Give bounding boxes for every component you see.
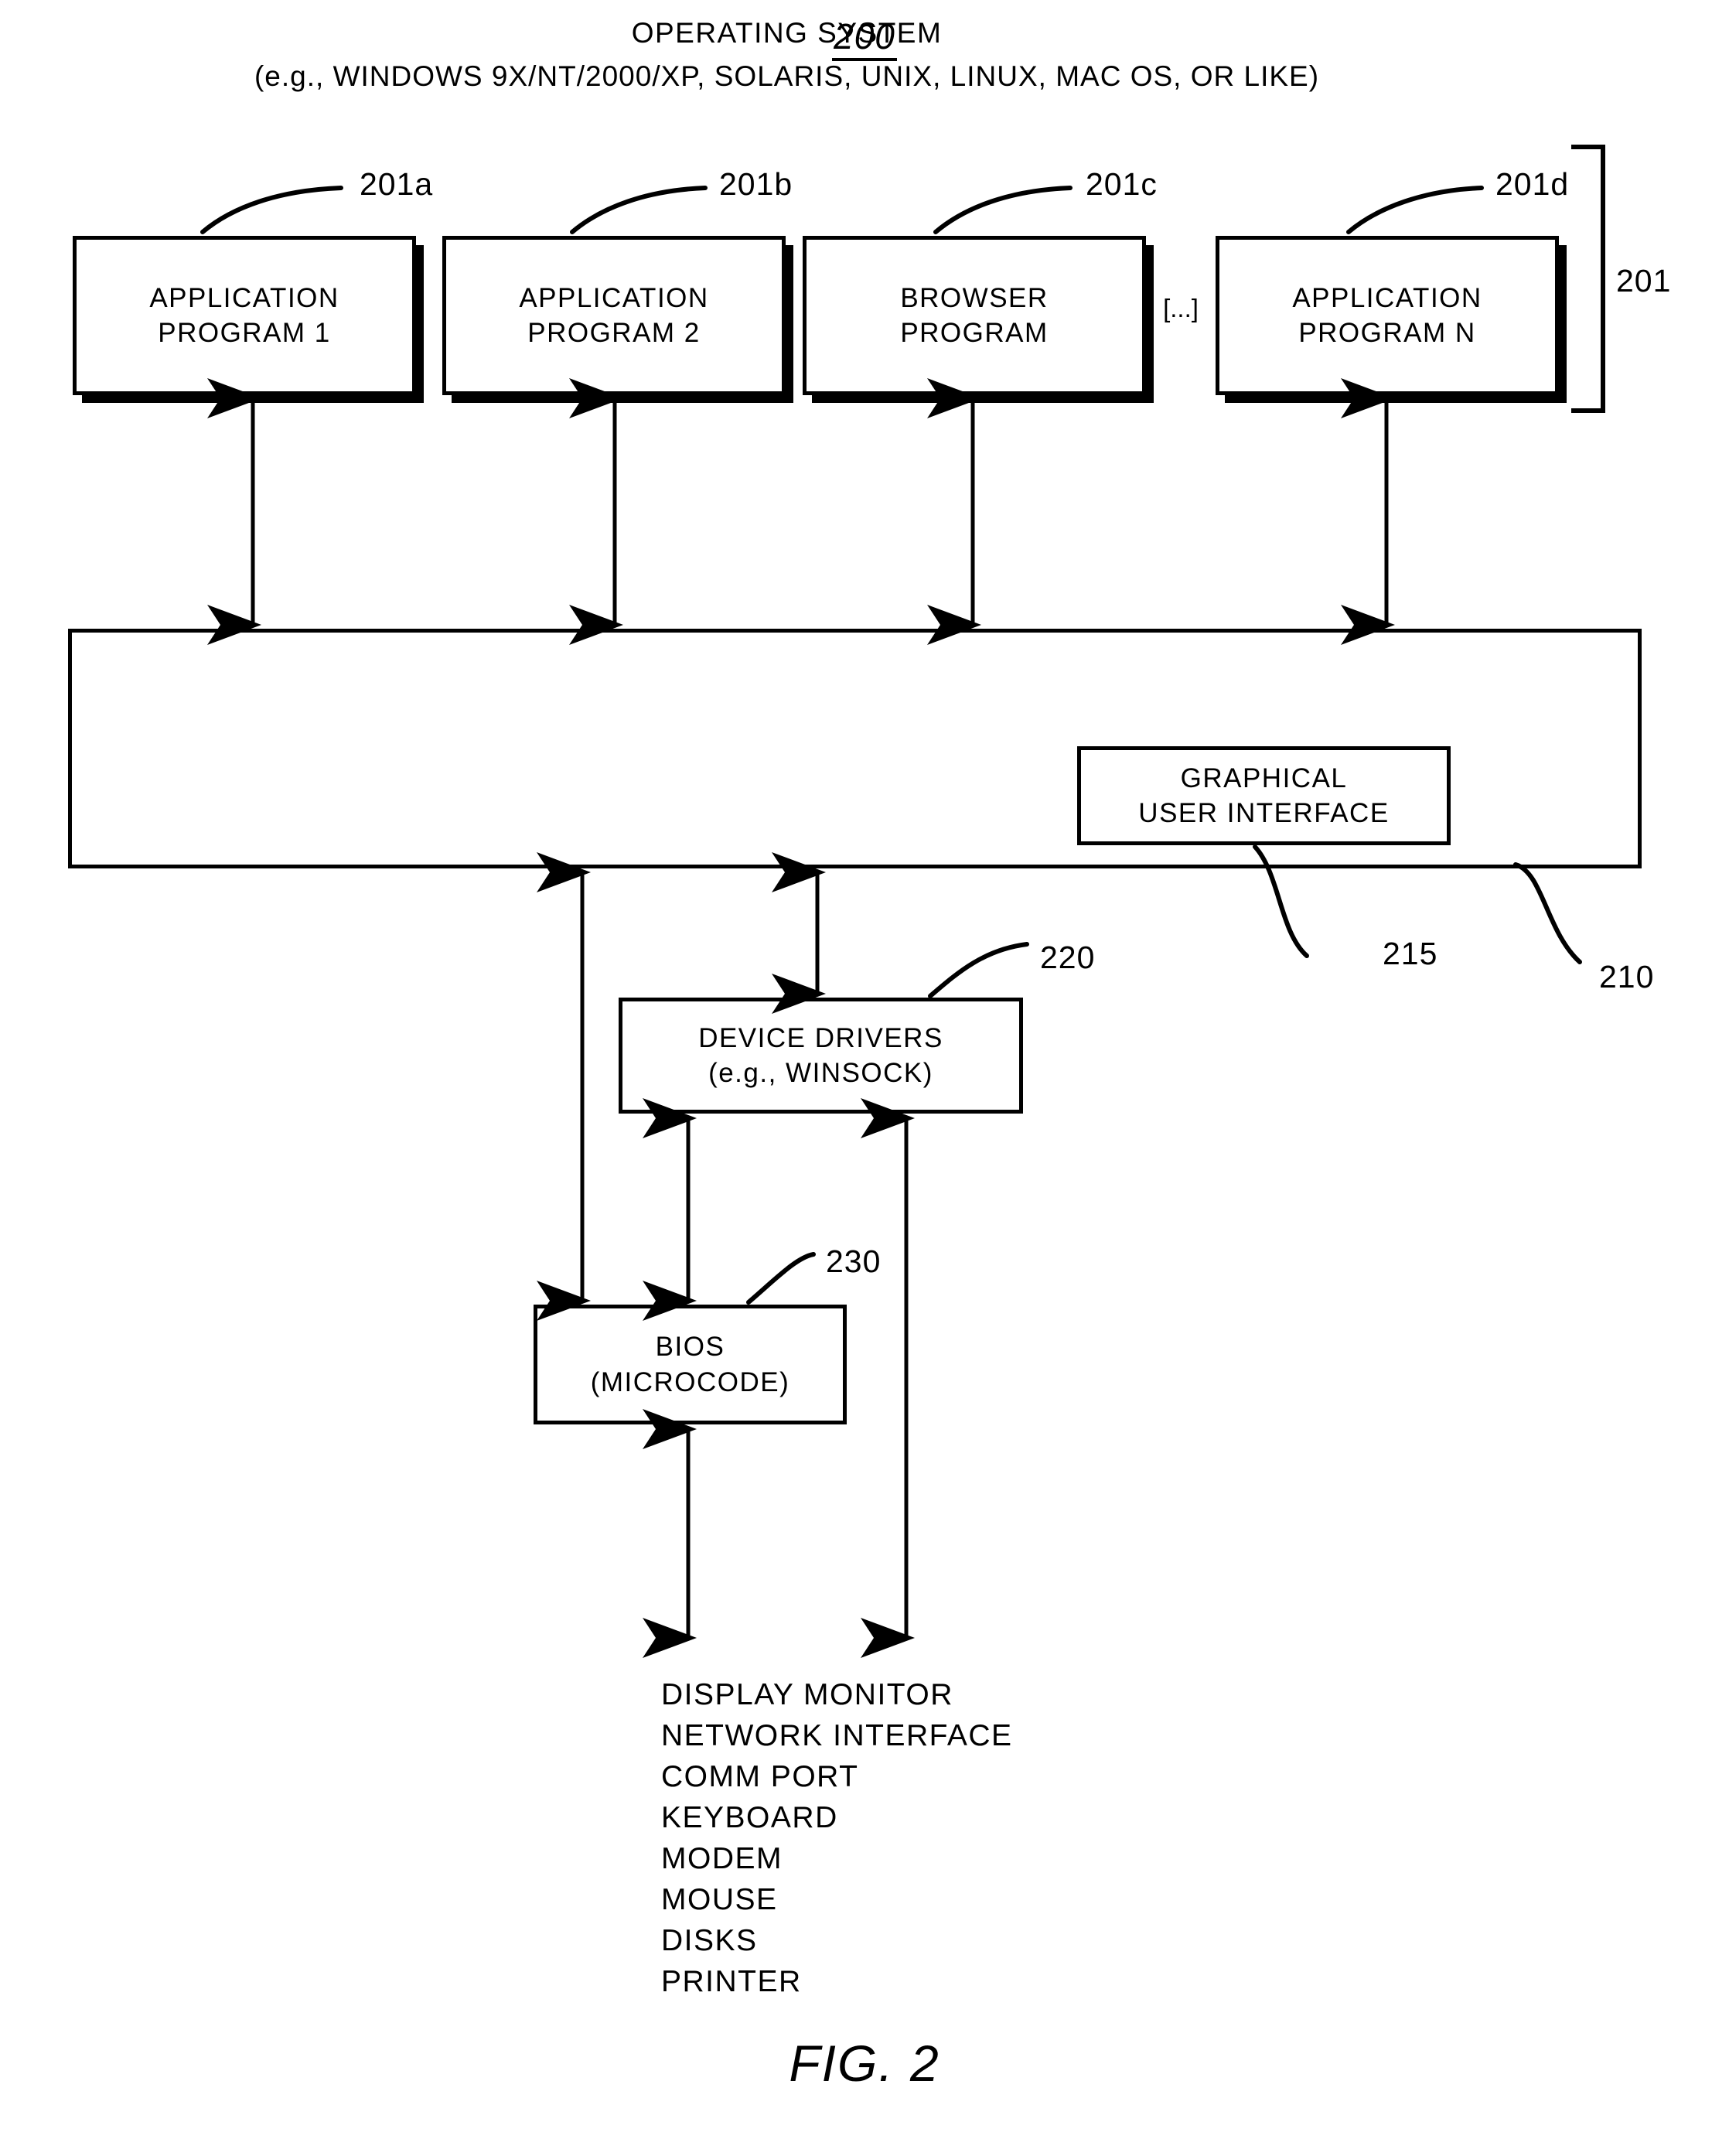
ref-label-201a: 201a	[360, 166, 434, 202]
operating-system-title: OPERATING SYSTEM	[631, 17, 943, 49]
peripheral-item-6: DISKS	[661, 1924, 758, 1957]
leader-201d	[1346, 186, 1484, 234]
peripheral-device-list: DISPLAY MONITOR NETWORK INTERFACE COMM P…	[661, 1674, 1202, 2002]
ref-label-201c: 201c	[1086, 166, 1158, 202]
graphical-user-interface-box: GRAPHICAL USER INTERFACE	[1077, 746, 1451, 845]
ref-label-210: 210	[1599, 959, 1655, 994]
leader-230	[746, 1252, 816, 1305]
peripheral-item-7: PRINTER	[661, 1965, 802, 1998]
device-drivers-line2: (e.g., WINSOCK)	[708, 1058, 933, 1088]
leader-210	[1513, 862, 1582, 964]
device-drivers-line1: DEVICE DRIVERS	[698, 1022, 943, 1053]
ref-label-201-group: 201	[1616, 263, 1672, 298]
application-program-2-line1: APPLICATION	[519, 282, 709, 313]
bios-line1: BIOS	[655, 1332, 725, 1362]
gui-line2: USER INTERFACE	[1138, 798, 1390, 828]
application-program-n-line2: PROGRAM N	[1298, 318, 1476, 348]
leader-220	[928, 942, 1029, 998]
ref-label-215: 215	[1383, 936, 1438, 971]
browser-program-box: BROWSER PROGRAM	[803, 236, 1146, 395]
bios-box: BIOS (MICROCODE)	[534, 1305, 847, 1424]
patent-figure-page: 200 APPLICATION PROGRAM 1 APPLICATION PR…	[0, 0, 1729, 2156]
figure-caption: FIG. 2	[789, 2035, 940, 2092]
application-program-1-line2: PROGRAM 1	[158, 318, 331, 348]
ref-label-201d: 201d	[1495, 166, 1570, 202]
peripheral-item-4: MODEM	[661, 1842, 783, 1875]
application-program-n-line1: APPLICATION	[1292, 282, 1482, 313]
leader-201b	[570, 186, 708, 234]
peripheral-item-5: MOUSE	[661, 1883, 778, 1916]
peripheral-item-0: DISPLAY MONITOR	[661, 1678, 953, 1711]
browser-program-line1: BROWSER	[900, 282, 1049, 313]
application-program-n-box: APPLICATION PROGRAM N	[1216, 236, 1559, 395]
peripheral-item-2: COMM PORT	[661, 1760, 859, 1793]
device-drivers-box: DEVICE DRIVERS (e.g., WINSOCK)	[619, 998, 1023, 1114]
leader-201a	[200, 186, 343, 234]
group-bracket-201	[1571, 145, 1605, 413]
application-program-1-box: APPLICATION PROGRAM 1	[73, 236, 416, 395]
ref-label-230: 230	[826, 1243, 882, 1279]
ref-label-220: 220	[1040, 940, 1096, 975]
operating-system-subtitle: (e.g., WINDOWS 9X/NT/2000/XP, SOLARIS, U…	[254, 60, 1320, 92]
bios-line2: (MICROCODE)	[590, 1366, 790, 1397]
application-program-2-box: APPLICATION PROGRAM 2	[442, 236, 786, 395]
ref-label-201b: 201b	[719, 166, 793, 202]
peripheral-item-1: NETWORK INTERFACE	[661, 1719, 1013, 1752]
browser-program-line2: PROGRAM	[900, 318, 1049, 348]
leader-201c	[933, 186, 1073, 234]
application-programs-ellipsis: [...]	[1163, 294, 1199, 322]
gui-line1: GRAPHICAL	[1180, 762, 1348, 793]
application-program-1-line1: APPLICATION	[149, 282, 339, 313]
application-program-2-line2: PROGRAM 2	[527, 318, 701, 348]
peripheral-item-3: KEYBOARD	[661, 1801, 838, 1834]
